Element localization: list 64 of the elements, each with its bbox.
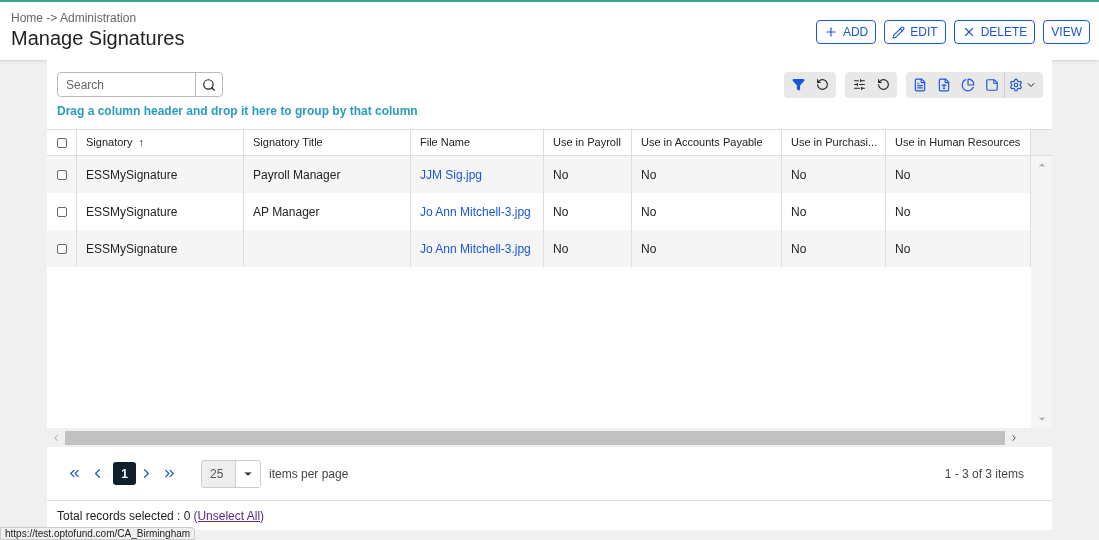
- unselect-all-link[interactable]: (Unselect All): [193, 506, 265, 525]
- plus-icon: [823, 25, 838, 39]
- page-size-label: items per page: [269, 465, 349, 483]
- action-button[interactable]: ADD: [815, 20, 877, 44]
- settings-icon: [1009, 77, 1023, 92]
- table-cell-text: ESSMySignature: [86, 203, 178, 221]
- pie-chart-icon: [961, 77, 975, 92]
- checkbox[interactable]: [56, 206, 67, 217]
- table-cell-text: No: [791, 166, 807, 184]
- action-button[interactable]: DELETE: [953, 20, 1036, 44]
- scrollbar-corner: [1031, 130, 1052, 155]
- table-cell-text: No: [553, 166, 569, 184]
- checkbox[interactable]: [56, 137, 67, 148]
- table-cell-text: AP Manager: [253, 203, 320, 221]
- document-icon: [913, 77, 927, 92]
- table-cell-text: No: [553, 240, 569, 258]
- table-cell-text: Payroll Manager: [253, 166, 341, 184]
- note-icon: [985, 77, 999, 92]
- table-cell-text: ESSMySignature: [86, 166, 178, 184]
- funnel-icon: [791, 78, 805, 91]
- scroll-right-icon[interactable]: [1009, 432, 1019, 443]
- table-cell-text: No: [895, 166, 911, 184]
- table-cell-text: No: [791, 240, 807, 258]
- search-field[interactable]: Search: [57, 72, 223, 97]
- file-link[interactable]: JJM Sig.jpg: [420, 165, 483, 184]
- page-button[interactable]: 1: [113, 462, 136, 485]
- column-header[interactable]: Use in Purchasi...: [782, 130, 886, 155]
- page-size-dropdown[interactable]: 25: [201, 459, 261, 488]
- table-cell-text: No: [895, 203, 911, 221]
- table-cell-text: No: [641, 240, 657, 258]
- table-cell-text: No: [791, 203, 807, 221]
- pencil-icon: [892, 25, 906, 39]
- checkbox[interactable]: [56, 169, 67, 180]
- column-header[interactable]: Signatory Title: [244, 130, 411, 155]
- reset-icon: [815, 78, 829, 91]
- table-cell-text: No: [641, 203, 657, 221]
- pager-summary: 1 - 3 of 3 items: [944, 465, 1024, 483]
- sort-arrow: ↑: [138, 135, 144, 151]
- reset-icon: [876, 78, 890, 91]
- table-cell-text: No: [895, 240, 911, 258]
- group-hint: Drag a column header and drop it here to group by that column: [57, 103, 418, 120]
- table-cell-text: No: [641, 166, 657, 184]
- checkbox[interactable]: [56, 243, 67, 254]
- page-title: Manage Signatures: [11, 26, 185, 51]
- scrollbar-thumb[interactable]: [65, 430, 1005, 445]
- table-row[interactable]: ESSMySignature Jo Ann Mitchell-3.jpg No No No No: [47, 230, 1031, 267]
- column-header[interactable]: Use in Accounts Payable: [632, 130, 782, 155]
- action-button[interactable]: EDIT: [884, 20, 946, 44]
- table-cell-text: No: [553, 203, 569, 221]
- column-header[interactable]: Use in Payroll: [544, 130, 632, 155]
- sliders-icon: [852, 78, 866, 91]
- file-link[interactable]: Jo Ann Mitchell-3.jpg: [420, 239, 531, 258]
- search-input[interactable]: Search: [58, 73, 195, 96]
- selection-count: Total records selected : 0: [57, 507, 191, 525]
- search-icon: [202, 77, 216, 92]
- table-row[interactable]: ESSMySignature Payroll Manager JJM Sig.jpg No No No No: [47, 156, 1031, 193]
- column-header[interactable]: File Name: [411, 130, 544, 155]
- table-cell-text: ESSMySignature: [86, 240, 178, 258]
- breadcrumb: Home -> Administration: [11, 11, 138, 25]
- action-button[interactable]: VIEW: [1043, 20, 1090, 44]
- status-url-tooltip: https://test.optofund.com/CA_Birmingham: [0, 527, 196, 540]
- file-link[interactable]: Jo Ann Mitchell-3.jpg: [420, 202, 531, 221]
- file-icon: [937, 77, 951, 92]
- column-header[interactable]: Signatory ↑: [77, 130, 244, 155]
